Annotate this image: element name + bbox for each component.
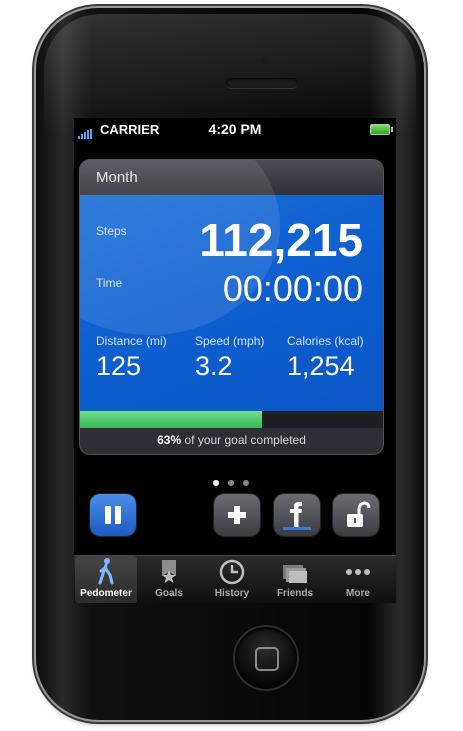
status-time: 4:20 PM: [208, 121, 262, 137]
home-square-icon: [255, 647, 279, 671]
unlock-icon: [347, 501, 371, 527]
pause-button[interactable]: [90, 494, 136, 536]
goal-percent: 63%: [157, 433, 182, 447]
tab-more[interactable]: More: [327, 556, 389, 603]
friends-icon: [283, 565, 307, 583]
speed-value: 3.2: [195, 351, 233, 381]
more-icon: [346, 569, 370, 575]
tab-label: Pedometer: [80, 588, 132, 599]
distance-value: 125: [96, 351, 142, 381]
earpiece-speaker: [226, 78, 298, 88]
tab-history[interactable]: History: [201, 556, 263, 603]
page-dot: [243, 480, 249, 486]
page-dot: [228, 480, 234, 486]
stats-card: Month Steps 112,215 Time 00:00:00 Distan…: [80, 160, 383, 454]
goal-caption: 63% of your goal completed: [80, 428, 383, 454]
front-camera: [261, 56, 269, 64]
battery-icon: [370, 124, 393, 135]
tab-pedometer[interactable]: Pedometer: [75, 556, 137, 603]
time-label: Time: [96, 276, 123, 290]
add-button[interactable]: [214, 494, 260, 536]
home-button[interactable]: [235, 627, 297, 689]
plus-icon: [228, 506, 246, 524]
distance-label: Distance (mi): [96, 334, 167, 348]
stats-panel: Steps 112,215 Time 00:00:00 Distance (mi…: [80, 160, 383, 411]
walker-icon: [98, 558, 114, 585]
tab-label: History: [214, 588, 250, 599]
steps-label: Steps: [96, 224, 127, 238]
facebook-icon: [283, 502, 311, 530]
screen: CARRIER 4:20 PM Month Steps 112,215 Time…: [74, 118, 396, 603]
page-dot: [213, 480, 219, 486]
status-bar: CARRIER 4:20 PM: [74, 118, 396, 140]
page-indicator[interactable]: [213, 473, 258, 491]
phone-gloss: [44, 14, 416, 134]
calories-label: Calories (kcal): [287, 334, 364, 348]
tab-goals[interactable]: Goals: [138, 556, 200, 603]
steps-value: 112,215: [199, 214, 363, 266]
goal-progress-bar: [80, 411, 383, 428]
goal-progress-fill: [80, 411, 262, 428]
tab-label: Friends: [276, 588, 314, 599]
pause-icon: [105, 506, 121, 524]
goal-text: of your goal completed: [181, 433, 306, 447]
time-value: 00:00:00: [222, 268, 363, 309]
tab-bar: Pedometer Goals History Friends More: [74, 555, 396, 603]
lock-button[interactable]: [333, 494, 379, 536]
tab-friends[interactable]: Friends: [264, 556, 326, 603]
ribbon-icon: [162, 560, 176, 583]
calories-value: 1,254: [287, 351, 355, 381]
clock-icon: [219, 559, 245, 585]
tab-label: More: [346, 588, 370, 599]
tab-label: Goals: [155, 588, 183, 599]
speed-label: Speed (mph): [195, 334, 265, 348]
facebook-share-button[interactable]: [274, 494, 320, 536]
